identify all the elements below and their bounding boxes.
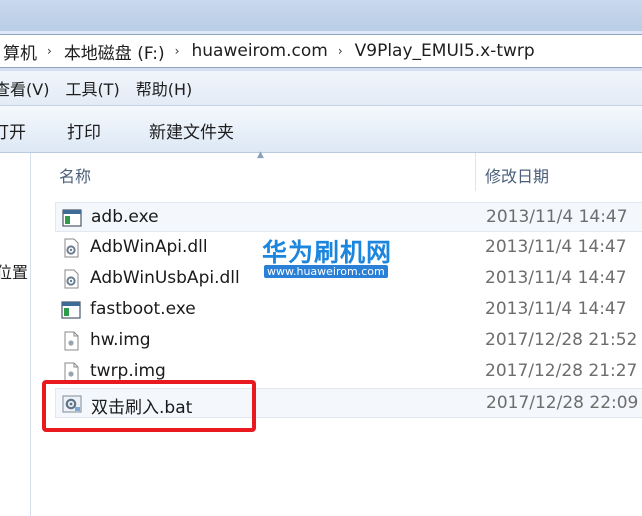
file-name: hw.img [90, 330, 151, 350]
file-date: 2013/11/4 14:47 [485, 268, 627, 288]
file-date: 2017/12/28 22:09 [486, 393, 639, 413]
exe-window-icon [61, 301, 81, 319]
breadcrumb-drive[interactable]: 本地磁盘 (F:) [58, 39, 165, 64]
column-divider[interactable] [475, 153, 476, 191]
open-button[interactable]: 打开 [0, 118, 26, 143]
file-name: fastboot.exe [90, 299, 196, 319]
file-date: 2013/11/4 14:47 [485, 299, 627, 319]
exe-window-icon [62, 209, 82, 227]
chevron-right-icon[interactable]: › [165, 44, 186, 58]
menu-help[interactable]: 帮助(H) [136, 76, 193, 100]
print-button[interactable]: 打印 [67, 118, 101, 143]
file-row[interactable]: hw.img 2017/12/28 21:52 [55, 326, 642, 356]
file-date: 2017/12/28 21:52 [485, 330, 638, 350]
chevron-right-icon[interactable]: › [37, 44, 58, 58]
menu-tools[interactable]: 工具(T) [65, 76, 119, 100]
file-row[interactable]: fastboot.exe 2013/11/4 14:47 [55, 295, 642, 325]
watermark-url: www.huaweirom.com [264, 265, 388, 278]
file-date: 2013/11/4 14:47 [485, 237, 627, 257]
command-toolbar: 打开 打印 新建文件夹 [0, 106, 642, 153]
file-name: AdbWinApi.dll [90, 237, 208, 257]
sort-up-icon: ▲ [257, 150, 264, 160]
file-name: adb.exe [91, 207, 159, 227]
file-name: twrp.img [90, 361, 166, 381]
highlight-annotation-box [42, 380, 256, 432]
breadcrumb-computer[interactable]: 算机 [0, 39, 37, 64]
img-file-icon [64, 362, 79, 382]
nav-item-location[interactable]: 位置 [0, 259, 28, 283]
address-box[interactable]: 算机 › 本地磁盘 (F:) › huaweirom.com › V9Play_… [0, 34, 642, 68]
breadcrumb-current-folder[interactable]: V9Play_EMUI5.x-twrp [349, 41, 535, 61]
column-header-row: ▲ 名称 修改日期 [31, 150, 642, 191]
dll-gear-icon [64, 238, 79, 258]
file-date: 2017/12/28 21:27 [485, 361, 638, 381]
breadcrumb-site-folder[interactable]: huaweirom.com [185, 41, 327, 61]
menu-view[interactable]: 查看(V) [0, 76, 49, 100]
address-bar: 算机 › 本地磁盘 (F:) › huaweirom.com › V9Play_… [0, 31, 642, 71]
watermark-brand: 华为刷机网 [262, 238, 393, 267]
chevron-right-icon[interactable]: › [328, 44, 349, 58]
dll-gear-icon [64, 269, 79, 289]
file-date: 2013/11/4 14:47 [486, 207, 628, 227]
column-header-name[interactable]: 名称 [59, 163, 91, 187]
column-header-date[interactable]: 修改日期 [485, 163, 549, 187]
file-name: AdbWinUsbApi.dll [90, 268, 240, 288]
navigation-pane: 位置 [0, 153, 31, 516]
menu-bar: 查看(V) 工具(T) 帮助(H) [0, 71, 642, 106]
new-folder-button[interactable]: 新建文件夹 [149, 118, 234, 143]
file-row[interactable]: adb.exe 2013/11/4 14:47 [55, 202, 642, 232]
img-file-icon [64, 331, 79, 351]
window-title-bar [0, 0, 642, 31]
file-list: ▲ 名称 修改日期 adb.exe 2013/11/4 14:47 AdbWin… [31, 150, 642, 516]
